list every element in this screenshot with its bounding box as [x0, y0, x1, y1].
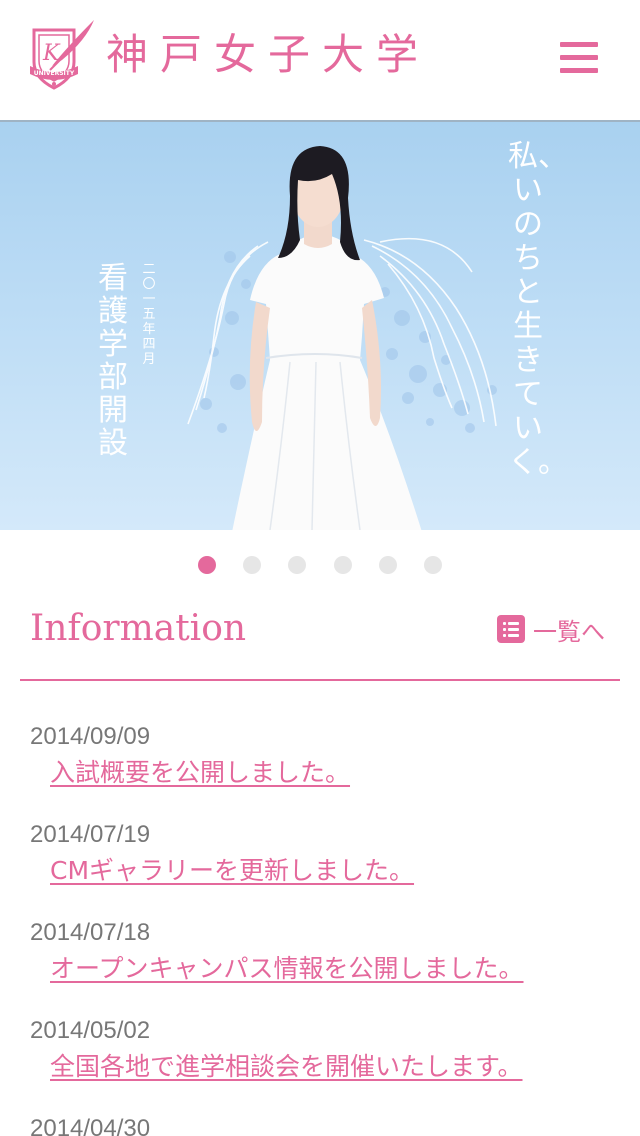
hamburger-menu-button[interactable]	[560, 42, 600, 76]
carousel-dot-5[interactable]	[379, 556, 397, 574]
news-date: 2014/04/30	[30, 1115, 151, 1136]
page: K UNIVERSITY 神戸女子大学 私、いのちと生きていく。 二〇一五年 四…	[0, 0, 640, 1136]
hero-announcement: 看護学部 開設	[98, 261, 128, 461]
carousel-dot-4[interactable]	[334, 556, 352, 574]
carousel-pagination	[0, 556, 640, 574]
information-list-label: 一覧へ	[533, 617, 605, 646]
site-name[interactable]: 神戸女子大学	[106, 34, 430, 76]
list-icon	[497, 615, 525, 643]
hamburger-menu-icon	[560, 42, 598, 47]
hamburger-line	[560, 68, 598, 73]
carousel-dot-2[interactable]	[243, 556, 261, 574]
section-divider	[20, 679, 620, 681]
information-list-link[interactable]: 一覧へ	[497, 614, 605, 646]
hero-slide[interactable]: 私、いのちと生きていく。 二〇一五年 四月 看護学部 開設	[0, 120, 640, 530]
news-date: 2014/05/02	[30, 1017, 151, 1044]
site-header: K UNIVERSITY 神戸女子大学	[0, 0, 640, 120]
news-item: 2014/05/02 全国各地で進学相談会を開催いたします。	[30, 1016, 610, 1082]
information-heading: Information	[30, 608, 247, 649]
news-link[interactable]: オープンキャンパス情報を公開しました。	[50, 954, 524, 984]
hero-opening-date: 二〇一五年 四月	[142, 262, 156, 367]
carousel-dot-6[interactable]	[424, 556, 442, 574]
news-link[interactable]: CMギャラリーを更新しました。	[50, 856, 414, 886]
university-emblem-logo[interactable]: K UNIVERSITY	[28, 16, 100, 96]
emblem-ribbon-text: UNIVERSITY	[34, 70, 75, 77]
carousel-dot-1[interactable]	[198, 556, 216, 574]
carousel-dot-3[interactable]	[288, 556, 306, 574]
news-item: 2014/04/30	[30, 1114, 610, 1136]
news-date: 2014/07/18	[30, 919, 151, 946]
news-date: 2014/07/19	[30, 821, 151, 848]
news-item: 2014/09/09 入試概要を公開しました。	[30, 722, 610, 788]
hero-slogan: 私、いのちと生きていく。	[508, 139, 568, 480]
news-date: 2014/09/09	[30, 723, 151, 750]
news-link[interactable]: 全国各地で進学相談会を開催いたします。	[50, 1052, 523, 1082]
news-item: 2014/07/18 オープンキャンパス情報を公開しました。	[30, 918, 610, 984]
news-link[interactable]: 入試概要を公開しました。	[50, 758, 350, 788]
hamburger-line	[560, 55, 598, 60]
news-item: 2014/07/19 CMギャラリーを更新しました。	[30, 820, 610, 886]
